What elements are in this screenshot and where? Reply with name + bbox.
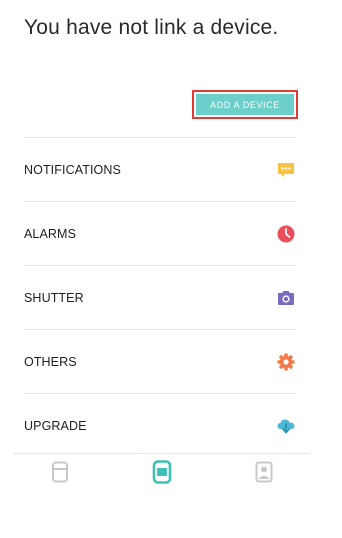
clock-icon	[276, 224, 296, 244]
chat-bubble-icon	[276, 160, 296, 180]
menu-item-label: SHUTTER	[24, 290, 84, 305]
add-device-button[interactable]: ADD A DEVICE	[196, 94, 294, 115]
tab-profile[interactable]	[244, 457, 284, 493]
menu-item-label: UPGRADE	[24, 418, 87, 433]
cloud-download-icon	[276, 416, 296, 436]
device-icon	[152, 460, 172, 489]
menu-item-upgrade[interactable]: UPGRADE	[24, 393, 296, 457]
app-screen: You have not link a device. ADD A DEVICE…	[0, 0, 342, 538]
menu-item-alarms[interactable]: ALARMS	[24, 201, 296, 265]
watch-face-icon	[51, 461, 69, 488]
page-title: You have not link a device.	[24, 16, 279, 39]
menu-item-label: ALARMS	[24, 226, 77, 241]
gear-icon	[276, 352, 296, 372]
settings-menu: NOTIFICATIONS ALARMS SHUTTER OTHERS UPGR…	[24, 137, 296, 457]
add-device-highlight: ADD A DEVICE	[192, 90, 298, 119]
menu-item-label: OTHERS	[24, 354, 77, 369]
tab-watch-faces[interactable]	[40, 457, 80, 493]
profile-icon	[255, 461, 273, 488]
menu-item-others[interactable]: OTHERS	[24, 329, 296, 393]
camera-icon	[276, 288, 296, 308]
menu-item-label: NOTIFICATIONS	[24, 162, 121, 177]
bottom-tab-bar	[14, 453, 310, 495]
menu-item-shutter[interactable]: SHUTTER	[24, 265, 296, 329]
tab-device[interactable]	[142, 457, 182, 493]
menu-item-notifications[interactable]: NOTIFICATIONS	[24, 137, 296, 201]
